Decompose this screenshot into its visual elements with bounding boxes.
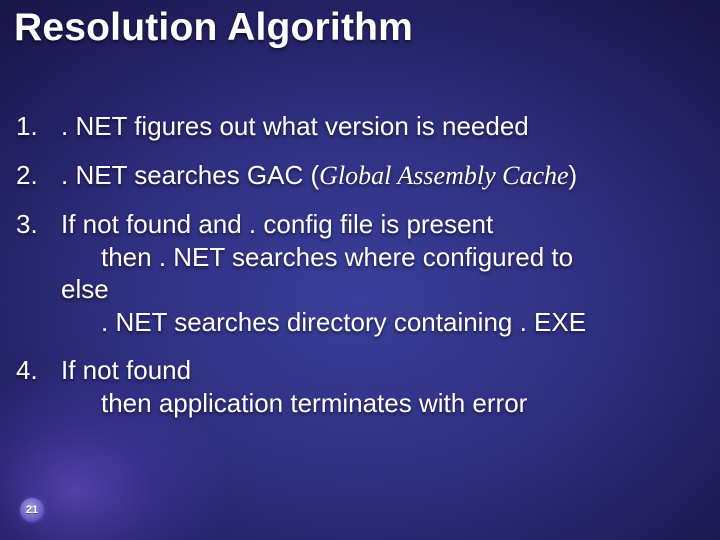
line: If not found bbox=[61, 355, 191, 385]
list-item: 3. If not found and . config file is pre… bbox=[16, 208, 704, 338]
line: If not found and . config file is presen… bbox=[61, 209, 493, 239]
slide-title: Resolution Algorithm bbox=[14, 6, 413, 50]
item-number: 4. bbox=[16, 354, 61, 387]
line-indent: then application terminates with error bbox=[61, 387, 704, 420]
item-text: If not found then application terminates… bbox=[61, 354, 704, 419]
item-text-prefix: . NET searches GAC ( bbox=[61, 160, 319, 190]
line-indent: . NET searches directory containing . EX… bbox=[61, 306, 704, 339]
line-indent: then . NET searches where configured to bbox=[61, 241, 704, 274]
list-item: 2. . NET searches GAC (Global Assembly C… bbox=[16, 159, 704, 193]
page-number: 21 bbox=[26, 504, 38, 516]
list-item: 1. . NET figures out what version is nee… bbox=[16, 110, 704, 143]
line: else bbox=[61, 274, 109, 304]
item-text-suffix: ) bbox=[569, 160, 578, 190]
numbered-list: 1. . NET figures out what version is nee… bbox=[16, 110, 704, 435]
list-item: 4. If not found then application termina… bbox=[16, 354, 704, 419]
item-text-italic: Global Assembly Cache bbox=[319, 161, 568, 190]
item-text: . NET figures out what version is needed bbox=[61, 110, 704, 143]
item-number: 1. bbox=[16, 110, 61, 143]
item-number: 2. bbox=[16, 159, 61, 192]
item-text: If not found and . config file is presen… bbox=[61, 208, 704, 338]
item-text: . NET searches GAC (Global Assembly Cach… bbox=[61, 159, 704, 193]
page-number-badge: 21 bbox=[20, 498, 44, 522]
item-number: 3. bbox=[16, 208, 61, 241]
slide: Resolution Algorithm 1. . NET figures ou… bbox=[0, 0, 720, 540]
